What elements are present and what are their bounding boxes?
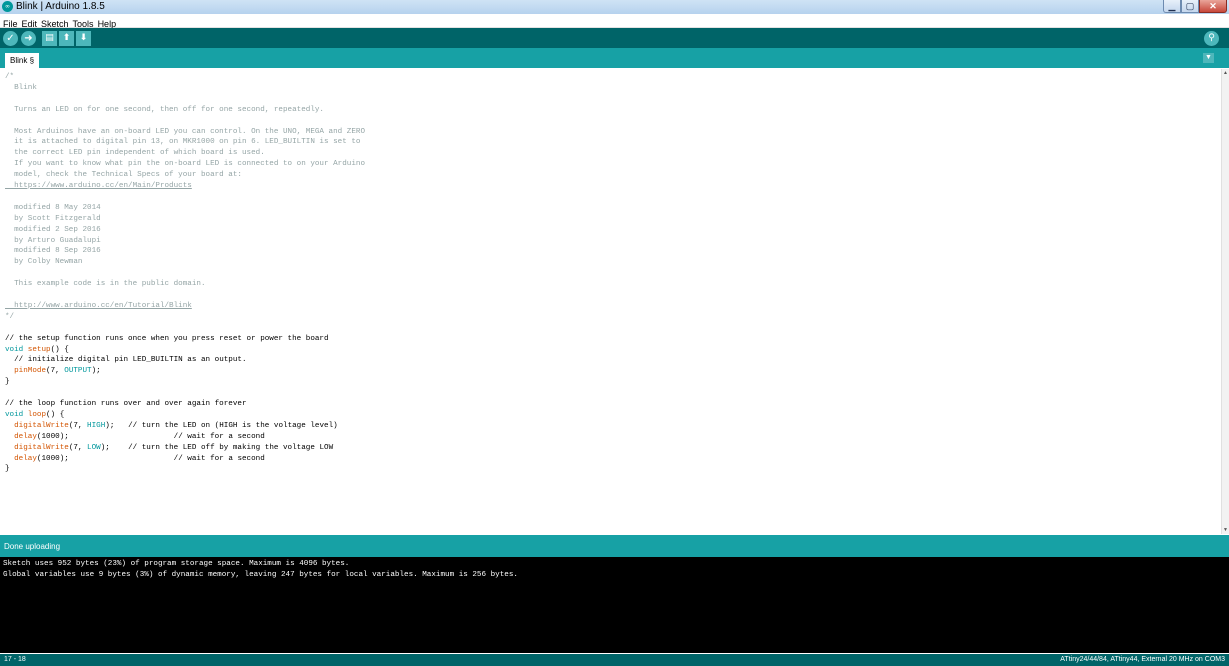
code-text: Blink [5, 83, 37, 92]
tab-menu-button[interactable]: ▼ [1203, 53, 1214, 63]
code-text: by Arturo Guadalupi [5, 236, 101, 245]
arduino-icon: ∞ [2, 1, 13, 12]
scroll-down-icon[interactable]: ▼ [1222, 526, 1229, 534]
code-text: digitalWrite(7, HIGH); // turn the LED o… [14, 421, 338, 430]
code-text: // the loop function runs over and over … [5, 400, 247, 408]
code-text: /* [5, 73, 15, 81]
scroll-up-icon[interactable]: ▲ [1222, 69, 1229, 77]
code-text: If you want to know what pin the on-boar… [5, 160, 366, 169]
code-text: void loop() { [5, 410, 65, 419]
code-line: by Scott Fitzgerald [5, 214, 101, 225]
code-line: digitalWrite(7, HIGH); // turn the LED o… [5, 421, 338, 432]
footer-bar: 17 - 18 ATtiny24/44/84, ATtiny44, Extern… [0, 654, 1229, 666]
code-line: } [5, 377, 10, 388]
close-button[interactable]: ✕ [1199, 0, 1227, 13]
code-editor[interactable]: /* Blink Turns an LED on for one second,… [0, 69, 1221, 534]
open-button[interactable]: ⬆ [59, 31, 74, 46]
code-line: void loop() { [5, 410, 64, 421]
title-bar: ∞ Blink | Arduino 1.8.5 ▁ ▢ ✕ [0, 0, 1229, 15]
code-line: /* [5, 72, 14, 83]
code-text: by Colby Newman [5, 258, 83, 267]
serial-monitor-button[interactable]: ⚲ [1204, 31, 1219, 46]
code-line: http://www.arduino.cc/en/Tutorial/Blink [5, 301, 192, 312]
save-icon: ⬇ [79, 33, 88, 43]
chevron-down-icon: ▼ [1205, 54, 1212, 61]
code-text: https://www.arduino.cc/en/Main/Products [5, 182, 192, 190]
code-line: */ [5, 312, 14, 323]
minimize-icon: ▁ [1168, 1, 1176, 11]
new-button[interactable]: ▤ [42, 31, 57, 46]
code-text: pinMode(7, OUTPUT); [14, 367, 101, 376]
code-line: void setup() { [5, 345, 69, 356]
code-line: by Arturo Guadalupi [5, 236, 101, 247]
code-text: } [5, 378, 10, 387]
board-info: ATtiny24/44/84, ATtiny44, External 20 MH… [1060, 656, 1225, 663]
code-line: Most Arduinos have an on-board LED you c… [5, 127, 365, 138]
tab-blink[interactable]: Blink § [5, 53, 40, 68]
toolbar: ✓ ➜ ▤ ⬆ ⬇ ⚲ [0, 28, 1229, 48]
console-line: Sketch uses 952 bytes (23%) of program s… [3, 560, 350, 568]
code-line: digitalWrite(7, LOW); // turn the LED of… [5, 443, 333, 454]
code-text: // the setup function runs once when you… [5, 334, 329, 343]
code-text: modified 8 Sep 2016 [5, 247, 101, 256]
code-text: delay(1000); // wait for a second [14, 432, 265, 441]
code-text: } [5, 465, 10, 474]
code-line: https://www.arduino.cc/en/Main/Products [5, 181, 192, 192]
code-text: void setup() { [5, 345, 69, 354]
code-text: model, check the Technical Specs of your… [5, 171, 242, 180]
code-line: // initialize digital pin LED_BUILTIN as… [5, 355, 247, 366]
status-message: Done uploading [4, 542, 61, 551]
code-text: delay(1000); // wait for a second [14, 454, 265, 463]
code-line: modified 8 Sep 2016 [5, 246, 101, 257]
code-line: // the loop function runs over and over … [5, 399, 247, 410]
code-line: the correct LED pin independent of which… [5, 148, 265, 159]
code-line: modified 2 Sep 2016 [5, 225, 101, 236]
code-text: Turns an LED on for one second, then off… [5, 105, 324, 114]
code-line: This example code is in the public domai… [5, 279, 206, 290]
code-text: modified 2 Sep 2016 [5, 225, 101, 234]
open-icon: ⬆ [62, 33, 71, 43]
upload-icon: ➜ [24, 33, 33, 44]
window-title: Blink | Arduino 1.8.5 [16, 1, 105, 12]
menu-bar: File Edit Sketch Tools Help [0, 14, 1229, 29]
minimize-button[interactable]: ▁ [1163, 0, 1181, 13]
tab-bar: Blink § ▼ [0, 48, 1229, 68]
code-text: */ [5, 312, 15, 321]
code-text: http://www.arduino.cc/en/Tutorial/Blink [5, 301, 192, 310]
save-button[interactable]: ⬇ [76, 31, 91, 46]
console-output[interactable]: Sketch uses 952 bytes (23%) of program s… [0, 557, 1229, 653]
code-text: the correct LED pin independent of which… [5, 149, 265, 158]
code-line: modified 8 May 2014 [5, 203, 101, 214]
editor-scrollbar[interactable]: ▲ ▼ [1221, 69, 1229, 534]
status-bar: Done uploading [0, 535, 1229, 557]
upload-button[interactable]: ➜ [21, 31, 36, 46]
code-line: // the setup function runs once when you… [5, 334, 329, 345]
close-icon: ✕ [1209, 1, 1217, 11]
code-line: model, check the Technical Specs of your… [5, 170, 242, 181]
serial-monitor-icon: ⚲ [1208, 33, 1215, 43]
code-text: Most Arduinos have an on-board LED you c… [5, 127, 366, 136]
line-range: 17 - 18 [4, 656, 26, 663]
code-text: modified 8 May 2014 [5, 203, 101, 212]
code-line: it is attached to digital pin 13, on MKR… [5, 137, 360, 148]
code-line: } [5, 464, 10, 475]
maximize-icon: ▢ [1185, 1, 1195, 11]
verify-button[interactable]: ✓ [3, 31, 18, 46]
code-text: by Scott Fitzgerald [5, 214, 101, 223]
code-line: delay(1000); // wait for a second [5, 432, 265, 443]
code-text: digitalWrite(7, LOW); // turn the LED of… [14, 443, 334, 452]
code-line: If you want to know what pin the on-boar… [5, 159, 365, 170]
console-line: Global variables use 9 bytes (3%) of dyn… [3, 571, 518, 579]
maximize-button[interactable]: ▢ [1181, 0, 1199, 13]
code-text: // initialize digital pin LED_BUILTIN as… [14, 356, 247, 365]
code-line: by Colby Newman [5, 257, 82, 268]
code-text: This example code is in the public domai… [5, 280, 206, 289]
code-line: Turns an LED on for one second, then off… [5, 105, 324, 116]
code-line: pinMode(7, OUTPUT); [5, 366, 101, 377]
code-line: delay(1000); // wait for a second [5, 454, 265, 465]
code-text: it is attached to digital pin 13, on MKR… [5, 138, 361, 147]
code-line: Blink [5, 83, 37, 94]
new-icon: ▤ [45, 33, 54, 43]
verify-icon: ✓ [6, 33, 15, 44]
